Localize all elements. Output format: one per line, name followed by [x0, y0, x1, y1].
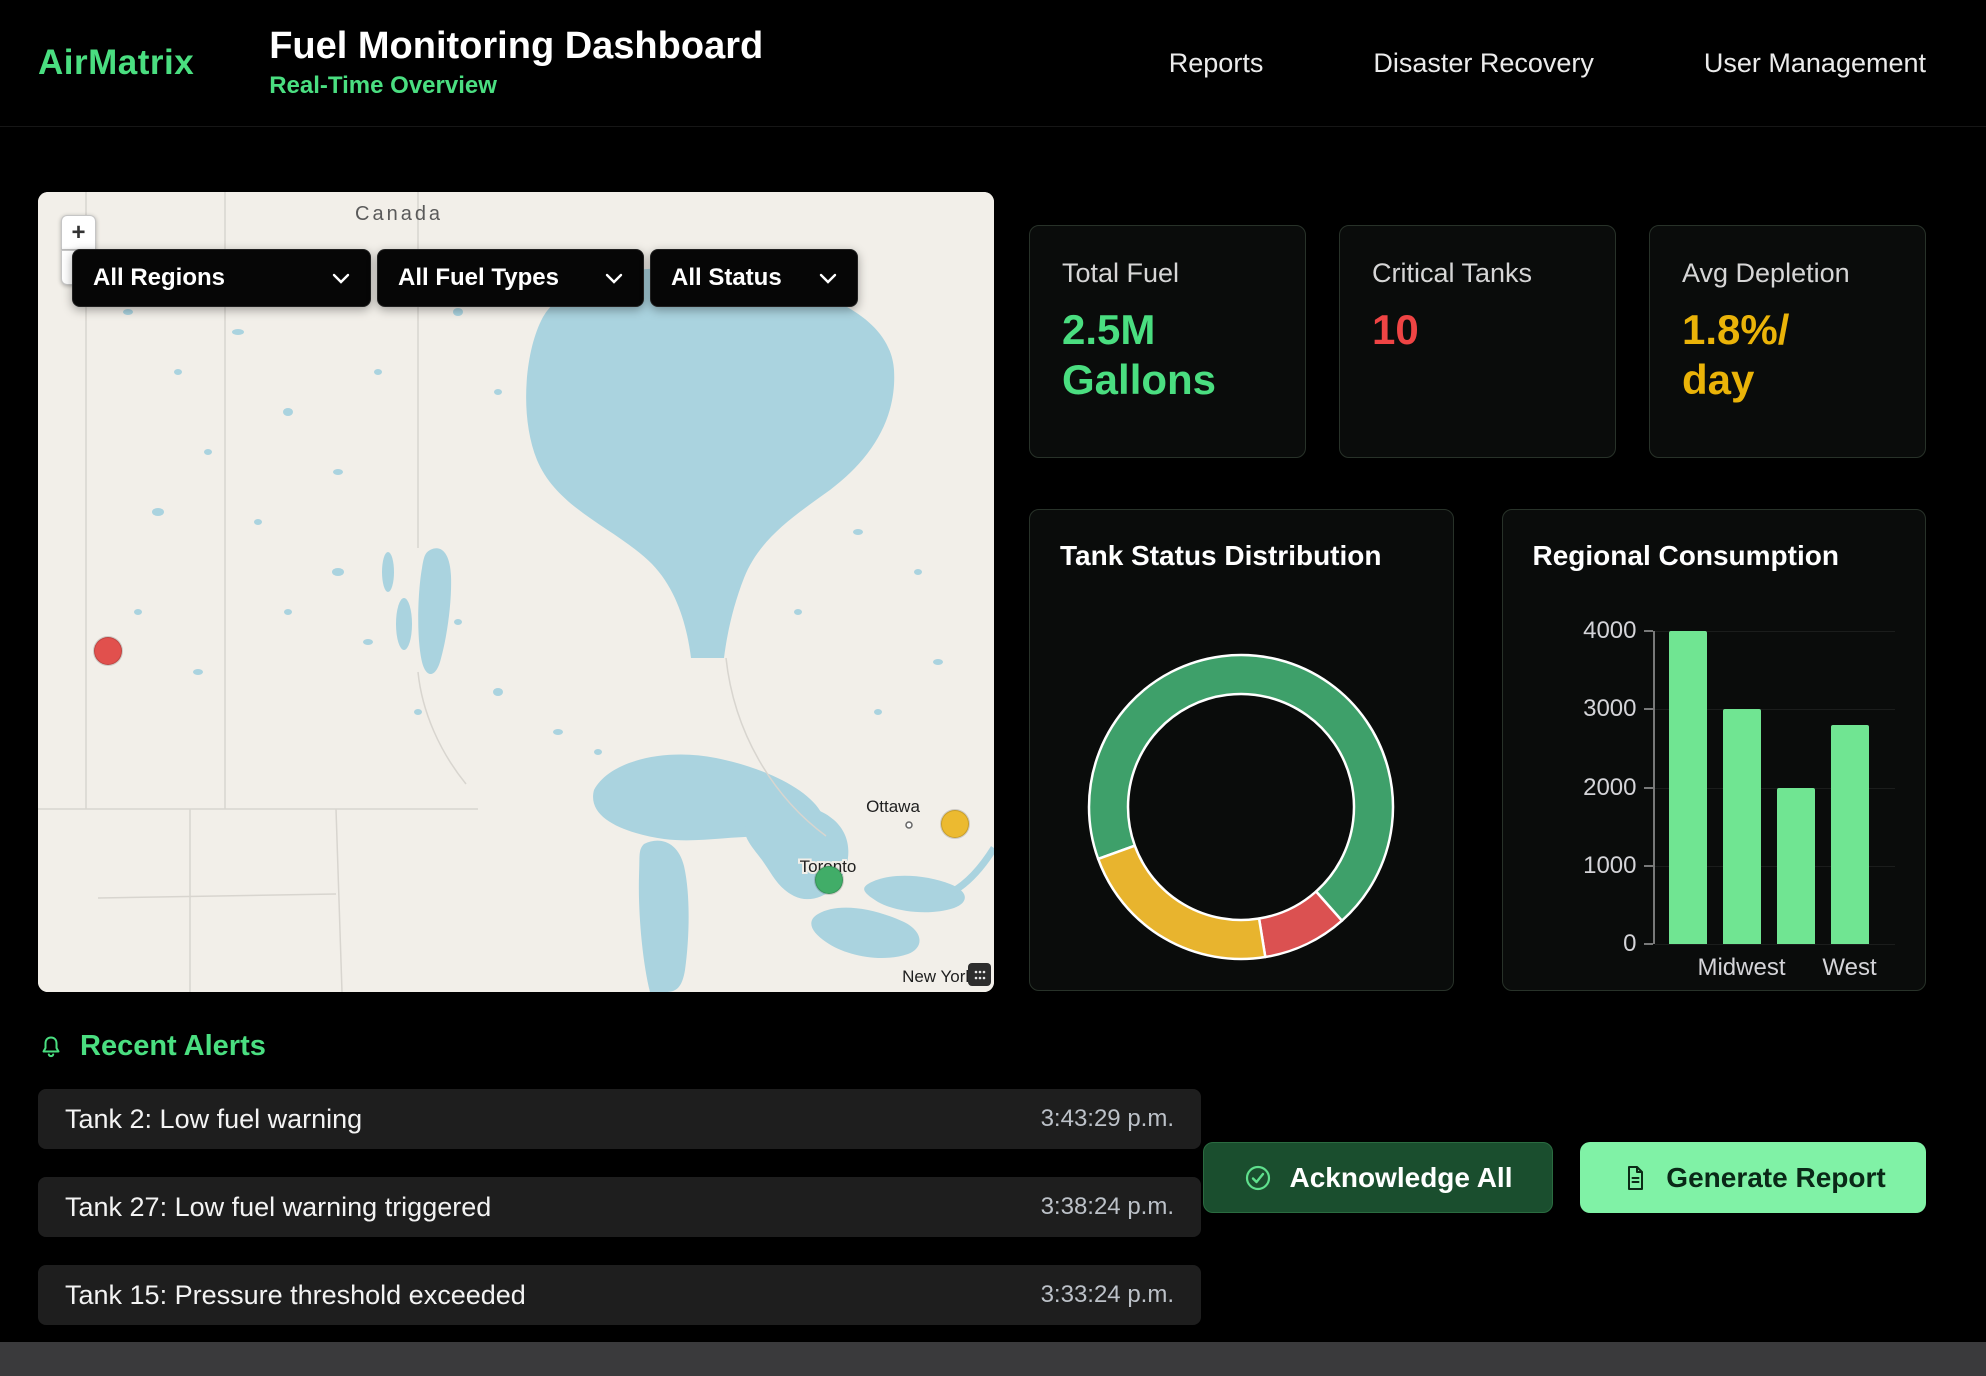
filter-regions-label: All Regions [93, 264, 225, 292]
alert-row[interactable]: Tank 2: Low fuel warning 3:43:29 p.m. [38, 1089, 1201, 1149]
bar [1669, 631, 1707, 944]
filter-fuel-types-label: All Fuel Types [398, 264, 559, 292]
stat-value: 10 [1372, 305, 1557, 355]
stat-card-critical-tanks: Critical Tanks 10 [1339, 225, 1616, 458]
alert-time: 3:38:24 p.m. [1041, 1193, 1174, 1221]
stat-label: Critical Tanks [1372, 258, 1583, 289]
alerts-list: Recent Alerts Tank 2: Low fuel warning 3… [38, 1030, 1201, 1325]
y-tick-label: 0 [1623, 930, 1636, 958]
alert-time: 3:33:24 p.m. [1041, 1281, 1174, 1309]
page-subtitle: Real-Time Overview [269, 72, 763, 100]
y-tick-label: 1000 [1583, 852, 1636, 880]
filter-fuel-types-dropdown[interactable]: All Fuel Types [377, 249, 644, 307]
alerts-heading-text: Recent Alerts [80, 1030, 266, 1063]
tank-marker-warning[interactable] [941, 810, 969, 838]
page-title: Fuel Monitoring Dashboard [269, 26, 763, 68]
main-content: Canada Ottawa Toronto New York + − All R… [0, 127, 1986, 992]
x-tick-label [1777, 954, 1815, 982]
report-document-icon [1620, 1163, 1650, 1193]
map-filters: All Regions All Fuel Types All Status [72, 249, 858, 307]
bar-chart-title: Regional Consumption [1533, 540, 1896, 572]
map-label-new-york: New York [902, 967, 974, 986]
bar-chart-card: Regional Consumption 4000 3000 2000 1000 0 M… [1502, 509, 1927, 991]
filter-status-dropdown[interactable]: All Status [650, 249, 858, 307]
city-dot [906, 822, 912, 828]
stats-row: Total Fuel 2.5M Gallons Critical Tanks 1… [1029, 225, 1926, 458]
bar [1723, 709, 1761, 944]
tank-marker-normal[interactable] [815, 866, 843, 894]
bar-x-axis: Midwest West [1653, 954, 1896, 982]
y-tick-label: 4000 [1583, 617, 1636, 645]
nav-item-disaster-recovery[interactable]: Disaster Recovery [1373, 48, 1594, 79]
alert-text: Tank 15: Pressure threshold exceeded [65, 1280, 526, 1311]
stat-card-total-fuel: Total Fuel 2.5M Gallons [1029, 225, 1306, 458]
bell-icon [38, 1034, 64, 1060]
chevron-down-icon [605, 273, 623, 284]
x-tick-label: Midwest [1723, 954, 1761, 982]
stat-card-avg-depletion: Avg Depletion 1.8%/ day [1649, 225, 1926, 458]
map-canvas[interactable]: Canada Ottawa Toronto New York [38, 192, 994, 992]
alert-row[interactable]: Tank 27: Low fuel warning triggered 3:38… [38, 1177, 1201, 1237]
map-panel[interactable]: Canada Ottawa Toronto New York + − All R… [38, 192, 994, 992]
bar-plot [1653, 631, 1896, 944]
chevron-down-icon [332, 273, 350, 284]
acknowledge-all-button[interactable]: Acknowledge All [1203, 1142, 1553, 1213]
bar-chart: 40003000200010000 [1533, 631, 1896, 944]
x-tick-label: West [1831, 954, 1869, 982]
stat-value: 1.8%/ day [1682, 305, 1867, 406]
donut-chart [1076, 642, 1406, 972]
bottom-strip [0, 1342, 1986, 1376]
generate-report-label: Generate Report [1666, 1162, 1885, 1194]
alert-time: 3:43:29 p.m. [1041, 1105, 1174, 1133]
alerts-section: Recent Alerts Tank 2: Low fuel warning 3… [0, 992, 1986, 1325]
alert-row[interactable]: Tank 15: Pressure threshold exceeded 3:3… [38, 1265, 1201, 1325]
acknowledge-all-label: Acknowledge All [1289, 1162, 1512, 1194]
bar-y-axis: 40003000200010000 [1533, 631, 1653, 944]
app-logo[interactable]: AirMatrix [38, 43, 194, 83]
right-column: Total Fuel 2.5M Gallons Critical Tanks 1… [1029, 225, 1926, 992]
alerts-actions: Acknowledge All Generate Report [1201, 1030, 1926, 1325]
title-block: Fuel Monitoring Dashboard Real-Time Over… [269, 26, 763, 100]
header: AirMatrix Fuel Monitoring Dashboard Real… [0, 0, 1986, 127]
main-nav: Reports Disaster Recovery User Managemen… [1169, 48, 1926, 79]
bar [1831, 725, 1869, 944]
donut-segment-amber [1098, 846, 1265, 959]
filter-regions-dropdown[interactable]: All Regions [72, 249, 371, 307]
donut-chart-title: Tank Status Distribution [1060, 540, 1423, 572]
tank-marker-critical[interactable] [94, 637, 122, 665]
donut-chart-card: Tank Status Distribution [1029, 509, 1454, 991]
drag-handle-icon[interactable] [968, 963, 991, 986]
generate-report-button[interactable]: Generate Report [1580, 1142, 1926, 1213]
alerts-heading: Recent Alerts [38, 1030, 1201, 1063]
map-zoom-in-button[interactable]: + [61, 215, 96, 250]
check-circle-icon [1243, 1163, 1273, 1193]
filter-status-label: All Status [671, 264, 782, 292]
stat-value: 2.5M Gallons [1062, 305, 1247, 406]
alert-text: Tank 27: Low fuel warning triggered [65, 1192, 491, 1223]
stat-label: Avg Depletion [1682, 258, 1893, 289]
map-label-ottawa: Ottawa [866, 797, 920, 816]
bar [1777, 788, 1815, 945]
y-tick-label: 2000 [1583, 774, 1636, 802]
y-tick-label: 3000 [1583, 695, 1636, 723]
chevron-down-icon [819, 273, 837, 284]
charts-row: Tank Status Distribution Regional Consum… [1029, 509, 1926, 991]
nav-item-reports[interactable]: Reports [1169, 48, 1264, 79]
alert-text: Tank 2: Low fuel warning [65, 1104, 362, 1135]
map-label-country: Canada [355, 203, 443, 225]
stat-label: Total Fuel [1062, 258, 1273, 289]
nav-item-user-management[interactable]: User Management [1704, 48, 1926, 79]
